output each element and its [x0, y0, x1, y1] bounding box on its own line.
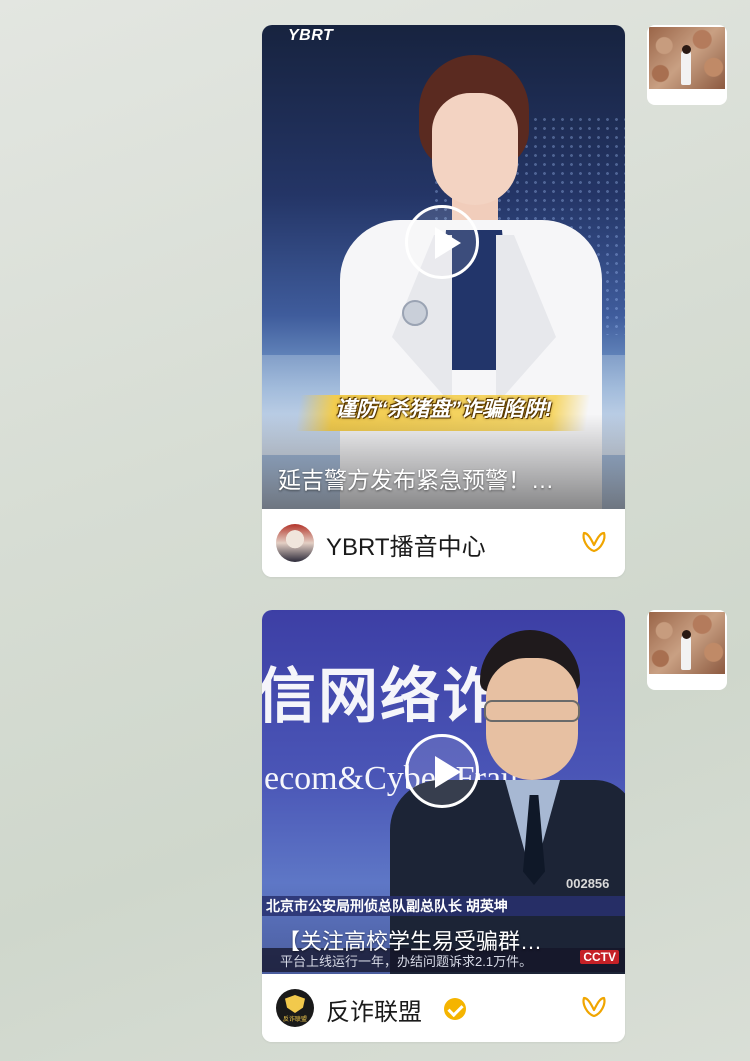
badge-number: 002856 [566, 876, 610, 891]
video-card-2[interactable]: 信网络诈 ecom&Cyber Frau 002856 北京市公安局刑侦总队副总… [262, 610, 625, 1042]
video-card-1[interactable]: YBRT 谨防“杀猪盘”诈骗陷阱! 延吉警方发布紧急预警！… YBRT播音中心 [262, 25, 625, 577]
play-icon [435, 756, 461, 788]
card-footer[interactable]: YBRT播音中心 [262, 509, 625, 577]
video-thumbnail[interactable]: YBRT 谨防“杀猪盘”诈骗陷阱! 延吉警方发布紧急预警！… [262, 25, 625, 509]
play-button[interactable] [405, 734, 479, 808]
channel-name[interactable]: 反诈联盟 [326, 992, 422, 1027]
play-icon [435, 227, 461, 259]
shield-icon [285, 995, 305, 1013]
video-thumbnail[interactable]: 信网络诈 ecom&Cyber Frau 002856 北京市公安局刑侦总队副总… [262, 610, 625, 974]
card-footer[interactable]: 反诈联盟 反诈联盟 [262, 974, 625, 1042]
lower-third: 北京市公安局刑侦总队副总队长 胡英坤 [266, 898, 508, 914]
video-caption: 延吉警方发布紧急预警！… [278, 467, 554, 493]
officer-image [380, 630, 625, 974]
avatar-label: 反诈联盟 [282, 1017, 307, 1023]
sender-thumbnail[interactable] [647, 25, 727, 105]
wechat-channels-icon [582, 996, 606, 1018]
channel-avatar[interactable] [276, 524, 314, 562]
channel-name[interactable]: YBRT播音中心 [326, 527, 486, 562]
sender-thumbnail[interactable] [647, 610, 727, 690]
channel-avatar[interactable]: 反诈联盟 [276, 989, 314, 1027]
video-caption: 【关注高校学生易受骗群… [278, 929, 543, 954]
wechat-channels-icon [582, 531, 606, 553]
play-button[interactable] [405, 205, 479, 279]
broadcaster-logo: YBRT [288, 27, 334, 44]
verified-badge-icon [444, 998, 466, 1020]
